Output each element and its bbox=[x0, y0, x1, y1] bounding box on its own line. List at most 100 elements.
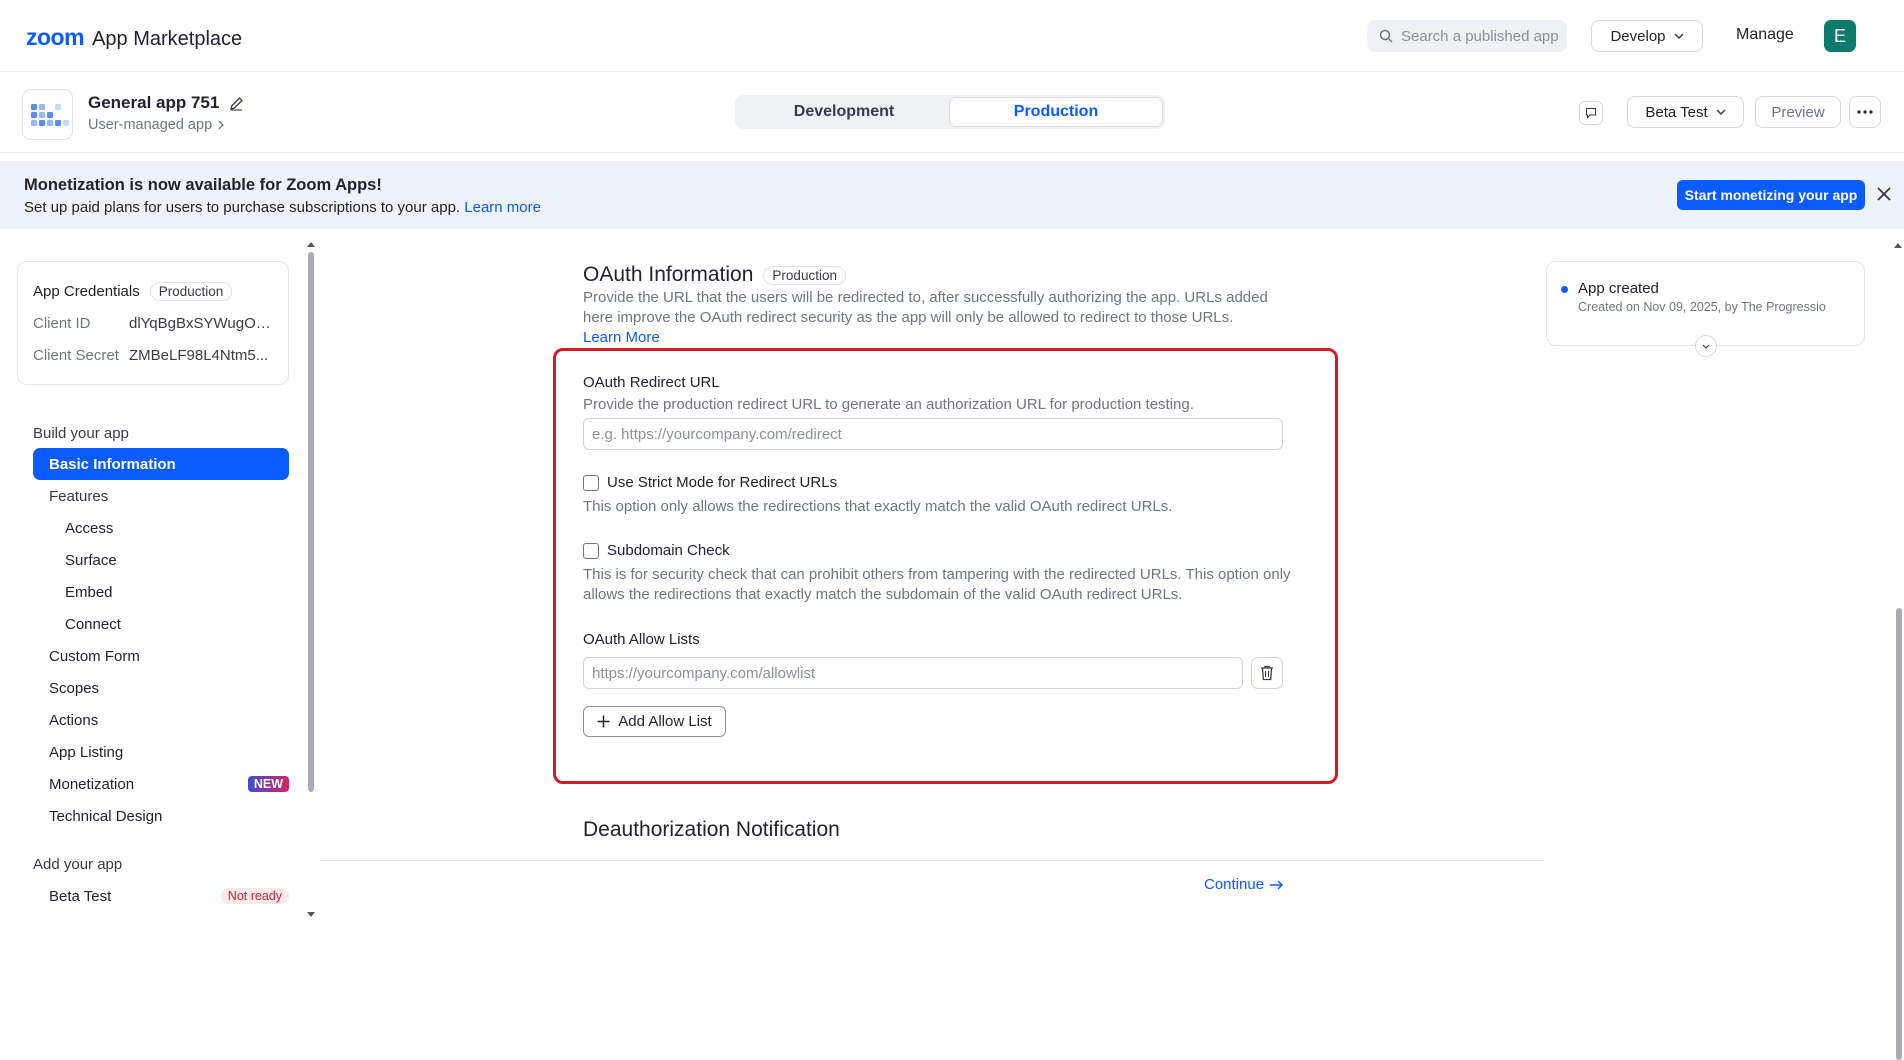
app-icon bbox=[22, 89, 73, 140]
credentials-title-text: App Credentials bbox=[33, 283, 140, 300]
not-ready-badge: Not ready bbox=[220, 888, 289, 904]
sidebar-item-embed[interactable]: Embed bbox=[33, 576, 289, 608]
beta-test-label: Beta Test bbox=[1645, 103, 1708, 121]
marketplace-logo-text: App Marketplace bbox=[92, 28, 243, 50]
banner-close-button[interactable] bbox=[1874, 182, 1894, 206]
monetization-banner: Monetization is now available for Zoom A… bbox=[0, 161, 1904, 229]
close-icon bbox=[1877, 187, 1891, 201]
sidebar-item-scopes[interactable]: Scopes bbox=[33, 672, 289, 704]
client-id-row: Client ID dlYqBgBxSYWugOp... bbox=[33, 315, 274, 332]
sidebar-item-connect[interactable]: Connect bbox=[33, 608, 289, 640]
chevron-down-icon bbox=[1716, 109, 1726, 115]
develop-dropdown-button[interactable]: Develop bbox=[1591, 20, 1703, 52]
new-badge: NEW bbox=[247, 776, 289, 792]
chat-bubble-icon bbox=[1585, 107, 1597, 119]
continue-button[interactable]: Continue bbox=[1204, 876, 1284, 893]
top-navigation-bar: zoom App Marketplace Develop Manage E bbox=[0, 0, 1904, 72]
sidebar-item-access[interactable]: Access bbox=[33, 512, 289, 544]
zoom-marketplace-logo[interactable]: zoom App Marketplace bbox=[26, 24, 242, 51]
sidebar-item-actions[interactable]: Actions bbox=[33, 704, 289, 736]
oauth-description: Provide the URL that the users will be r… bbox=[583, 288, 1283, 348]
sidebar-item-custom-form[interactable]: Custom Form bbox=[33, 640, 289, 672]
search-box[interactable] bbox=[1367, 20, 1567, 52]
redirect-url-help: Provide the production redirect URL to g… bbox=[583, 396, 1194, 413]
sidebar-item-technical-design[interactable]: Technical Design bbox=[33, 800, 289, 832]
oauth-description-text: Provide the URL that the users will be r… bbox=[583, 289, 1268, 326]
credentials-env-badge: Production bbox=[149, 282, 233, 301]
banner-title: Monetization is now available for Zoom A… bbox=[24, 176, 382, 194]
chevron-down-icon bbox=[1673, 33, 1684, 39]
banner-description: Set up paid plans for users to purchase … bbox=[24, 199, 461, 216]
add-allow-list-button[interactable]: Add Allow List bbox=[583, 706, 726, 737]
strict-mode-checkbox-box[interactable] bbox=[583, 474, 599, 491]
preview-button[interactable]: Preview bbox=[1755, 96, 1841, 128]
sidebar-item-beta-test[interactable]: Beta Test Not ready bbox=[33, 880, 289, 912]
subdomain-check-checkbox-box[interactable] bbox=[583, 542, 599, 559]
activity-expand-button[interactable] bbox=[1695, 335, 1717, 357]
search-input[interactable] bbox=[1401, 27, 1566, 45]
sidebar-scrollbar-thumb[interactable] bbox=[308, 252, 314, 792]
deauthorization-notification-title: Deauthorization Notification bbox=[583, 818, 840, 841]
app-header-bar: General app 751 User-managed app Develop… bbox=[0, 72, 1904, 153]
sidebar: App Credentials Production Client ID dlY… bbox=[0, 238, 315, 917]
oauth-learn-more-link[interactable]: Learn More bbox=[583, 329, 660, 346]
scroll-up-arrow[interactable] bbox=[307, 242, 315, 247]
footer-divider bbox=[320, 860, 1544, 861]
app-name-text: General app 751 bbox=[88, 93, 220, 112]
feedback-button[interactable] bbox=[1579, 101, 1603, 125]
allow-lists-label: OAuth Allow Lists bbox=[583, 631, 700, 648]
start-monetizing-button[interactable]: Start monetizing your app bbox=[1677, 180, 1865, 210]
continue-label: Continue bbox=[1204, 876, 1265, 893]
client-id-value[interactable]: dlYqBgBxSYWugOp... bbox=[129, 315, 274, 332]
more-options-button[interactable] bbox=[1849, 96, 1881, 128]
arrow-right-icon bbox=[1270, 880, 1284, 889]
oauth-information-title: OAuth Information Production bbox=[583, 263, 846, 287]
oauth-env-badge: Production bbox=[763, 265, 846, 285]
sidebar-item-basic-information[interactable]: Basic Information bbox=[33, 448, 289, 480]
plus-icon bbox=[597, 715, 610, 728]
manage-link[interactable]: Manage bbox=[1736, 26, 1794, 44]
client-secret-value[interactable]: ZMBeLF98L4Ntm5... bbox=[129, 347, 274, 364]
activity-title: App created bbox=[1578, 280, 1659, 297]
add-your-app-heading: Add your app bbox=[33, 856, 123, 873]
develop-label: Develop bbox=[1610, 27, 1666, 45]
search-icon bbox=[1379, 29, 1393, 43]
scroll-down-arrow[interactable] bbox=[307, 912, 315, 917]
tab-development[interactable]: Development bbox=[738, 98, 950, 126]
sidebar-item-features[interactable]: Features bbox=[33, 480, 289, 512]
edit-pencil-icon[interactable] bbox=[229, 96, 244, 111]
app-type-link[interactable]: User-managed app bbox=[88, 117, 225, 133]
page-scrollbar-thumb[interactable] bbox=[1896, 608, 1902, 1060]
sidebar-item-app-listing[interactable]: App Listing bbox=[33, 736, 289, 768]
trash-icon bbox=[1261, 665, 1273, 681]
beta-test-dropdown[interactable]: Beta Test bbox=[1627, 96, 1744, 128]
banner-learn-more-link[interactable]: Learn more bbox=[464, 199, 541, 216]
app-type-text: User-managed app bbox=[88, 117, 213, 133]
sidebar-item-label: Beta Test bbox=[49, 887, 112, 905]
chevron-down-icon bbox=[1702, 344, 1710, 349]
redirect-url-label: OAuth Redirect URL bbox=[583, 374, 720, 391]
page-scrollbar[interactable] bbox=[1893, 238, 1904, 1060]
app-name: General app 751 bbox=[88, 93, 244, 113]
subdomain-check-checkbox[interactable]: Subdomain Check bbox=[583, 542, 730, 559]
sidebar-scrollbar[interactable] bbox=[307, 242, 315, 917]
subdomain-check-help: This is for security check that can proh… bbox=[583, 566, 1291, 603]
build-your-app-heading: Build your app bbox=[33, 425, 129, 442]
user-avatar[interactable]: E bbox=[1824, 20, 1856, 52]
sidebar-item-monetization[interactable]: Monetization NEW bbox=[33, 768, 289, 800]
chevron-right-icon bbox=[218, 120, 225, 130]
strict-mode-checkbox[interactable]: Use Strict Mode for Redirect URLs bbox=[583, 474, 837, 491]
redirect-url-input[interactable] bbox=[583, 418, 1283, 450]
oauth-title-text: OAuth Information bbox=[583, 263, 754, 286]
strict-mode-label: Use Strict Mode for Redirect URLs bbox=[607, 474, 838, 491]
client-id-label: Client ID bbox=[33, 315, 91, 332]
sidebar-item-surface[interactable]: Surface bbox=[33, 544, 289, 576]
allow-list-input[interactable] bbox=[583, 657, 1243, 689]
activity-subtitle: Created on Nov 09, 2025, by The Progress… bbox=[1578, 300, 1826, 314]
page-scroll-up-arrow[interactable] bbox=[1894, 243, 1902, 248]
tab-production[interactable]: Production bbox=[950, 98, 1162, 126]
banner-text: Set up paid plans for users to purchase … bbox=[24, 199, 541, 216]
add-allow-list-label: Add Allow List bbox=[618, 713, 712, 730]
delete-allow-list-button[interactable] bbox=[1251, 657, 1283, 689]
strict-mode-help: This option only allows the redirections… bbox=[583, 498, 1173, 515]
